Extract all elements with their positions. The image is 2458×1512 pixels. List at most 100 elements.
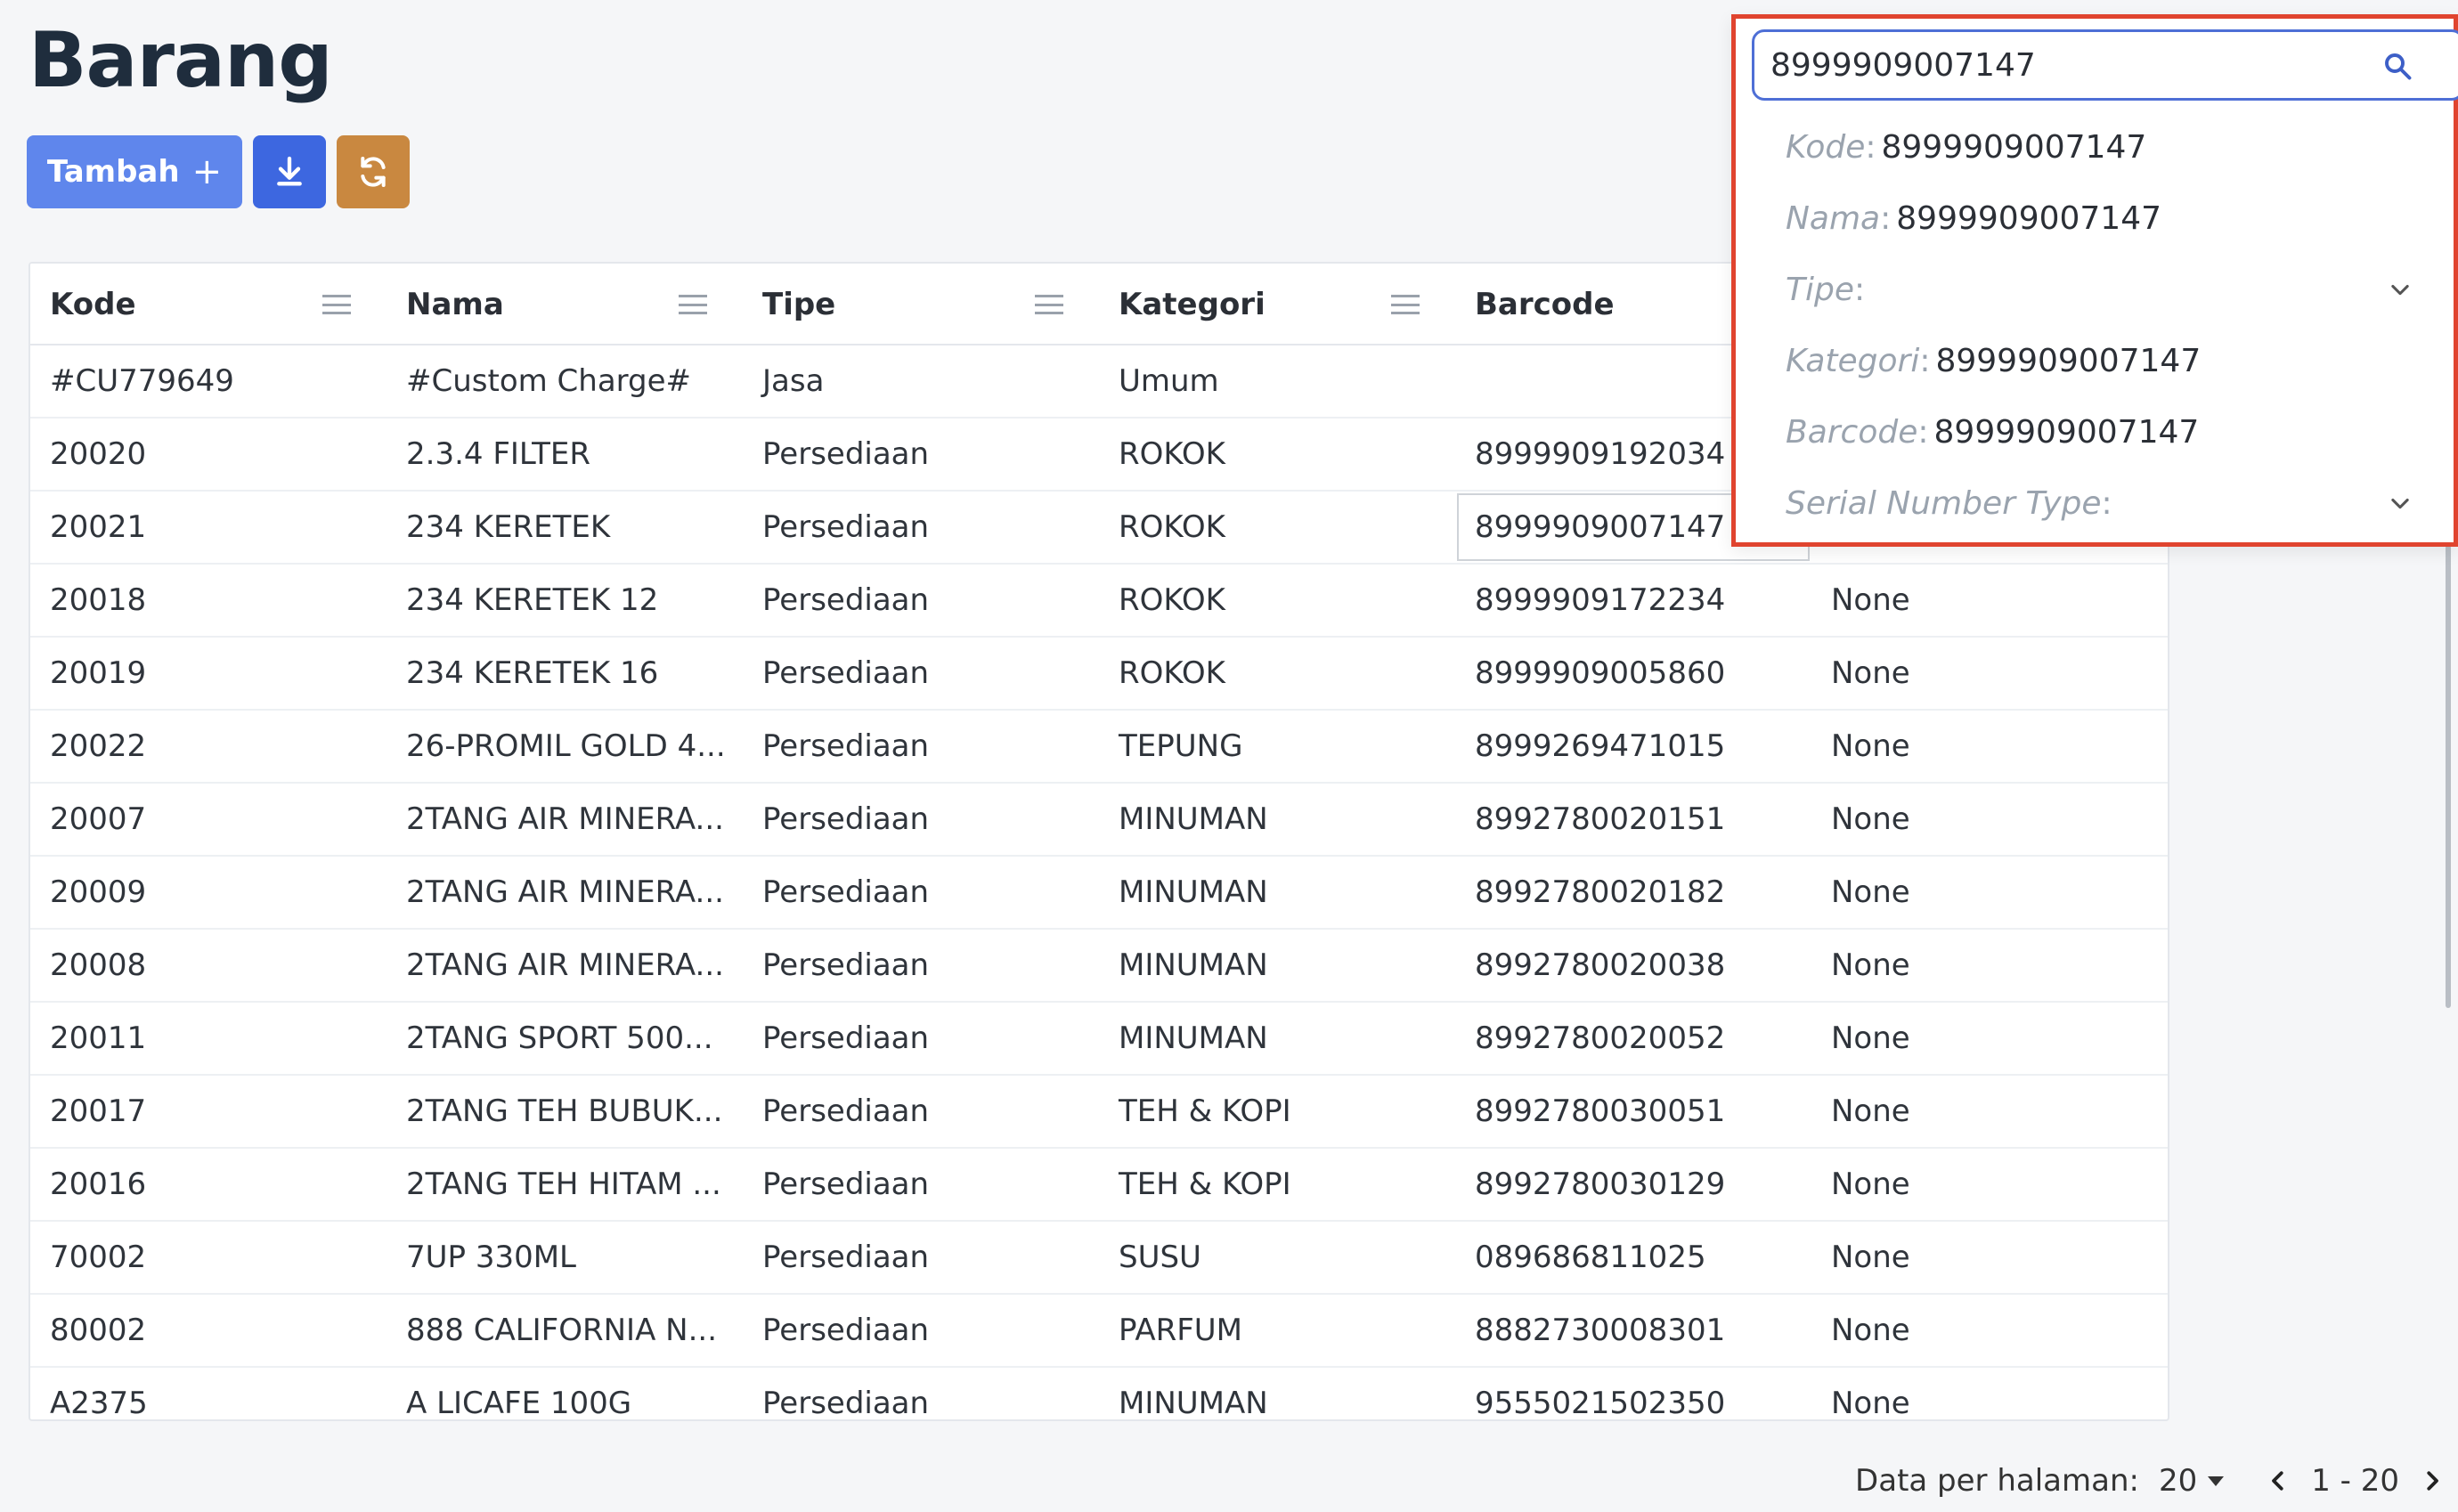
column-menu-icon[interactable] xyxy=(1035,295,1063,314)
column-header-kategori[interactable]: Kategori xyxy=(1099,264,1455,345)
table-cell[interactable]: 70002 xyxy=(30,1222,387,1293)
table-cell[interactable]: MINUMAN xyxy=(1099,857,1455,928)
table-cell[interactable]: Persediaan xyxy=(743,1149,1099,1220)
table-cell[interactable]: ROKOK xyxy=(1099,492,1455,563)
table-cell[interactable]: 20021 xyxy=(30,492,387,563)
search-option-kode[interactable]: Kode:8999909007147 xyxy=(1757,111,2452,183)
table-row[interactable]: 20019 234 KERETEK 16 Persediaan ROKOK 899990… xyxy=(30,638,2168,711)
table-cell[interactable]: 20008 xyxy=(30,930,387,1001)
table-cell[interactable]: 20022 xyxy=(30,711,387,782)
table-cell[interactable]: 20019 xyxy=(30,638,387,709)
table-cell[interactable]: 80002 xyxy=(30,1295,387,1366)
table-cell[interactable]: 8882730008301 xyxy=(1455,1295,1811,1366)
table-cell[interactable]: 2TANG AIR MINERA... xyxy=(387,930,743,1001)
table-cell[interactable]: None xyxy=(1811,1222,2168,1293)
table-cell[interactable]: Persediaan xyxy=(743,492,1099,563)
table-cell[interactable]: Persediaan xyxy=(743,711,1099,782)
table-row[interactable]: 80002 888 CALIFORNIA N... Persediaan PARFUM… xyxy=(30,1295,2168,1368)
table-cell[interactable]: 20017 xyxy=(30,1076,387,1147)
column-header-nama[interactable]: Nama xyxy=(387,264,743,345)
table-cell[interactable]: Persediaan xyxy=(743,1368,1099,1419)
table-cell[interactable]: 2TANG SPORT 500... xyxy=(387,1003,743,1074)
table-row[interactable]: 70002 7UP 330ML Persediaan SUSU 089686811025… xyxy=(30,1222,2168,1295)
table-cell[interactable]: #CU779649 xyxy=(30,345,387,417)
table-cell[interactable]: Umum xyxy=(1099,345,1455,417)
table-row[interactable]: 20007 2TANG AIR MINERA... Persediaan MINUMA… xyxy=(30,784,2168,857)
table-cell[interactable]: TEH & KOPI xyxy=(1099,1149,1455,1220)
table-cell[interactable]: None xyxy=(1811,638,2168,709)
table-cell[interactable]: 20018 xyxy=(30,565,387,636)
table-cell[interactable]: None xyxy=(1811,784,2168,855)
table-cell[interactable]: None xyxy=(1811,1149,2168,1220)
table-cell[interactable]: None xyxy=(1811,711,2168,782)
table-cell[interactable]: 8999269471015 xyxy=(1455,711,1811,782)
chevron-left-icon[interactable] xyxy=(2265,1467,2291,1494)
table-cell[interactable]: 888 CALIFORNIA N... xyxy=(387,1295,743,1366)
table-cell[interactable]: 20016 xyxy=(30,1149,387,1220)
column-menu-icon[interactable] xyxy=(1391,295,1420,314)
table-cell[interactable]: None xyxy=(1811,565,2168,636)
column-menu-icon[interactable] xyxy=(322,295,351,314)
table-cell[interactable]: Persediaan xyxy=(743,1003,1099,1074)
table-cell[interactable]: 8999909005860 xyxy=(1455,638,1811,709)
table-cell[interactable]: ROKOK xyxy=(1099,419,1455,490)
per-page-select[interactable]: 20 xyxy=(2159,1463,2225,1499)
table-cell[interactable]: Persediaan xyxy=(743,638,1099,709)
table-cell[interactable]: Persediaan xyxy=(743,930,1099,1001)
table-cell[interactable]: 7UP 330ML xyxy=(387,1222,743,1293)
table-cell[interactable]: 2TANG TEH BUBUK... xyxy=(387,1076,743,1147)
table-cell[interactable]: TEPUNG xyxy=(1099,711,1455,782)
table-cell[interactable]: MINUMAN xyxy=(1099,1003,1455,1074)
search-option-barcode[interactable]: Barcode:8999909007147 xyxy=(1757,396,2452,467)
table-cell[interactable]: 20007 xyxy=(30,784,387,855)
table-cell[interactable]: A2375 xyxy=(30,1368,387,1419)
table-row[interactable]: 20022 26-PROMIL GOLD 4... Persediaan TEPUNG… xyxy=(30,711,2168,784)
table-cell[interactable]: 9555021502350 xyxy=(1455,1368,1811,1419)
table-cell[interactable]: 8992780020151 xyxy=(1455,784,1811,855)
table-cell[interactable]: ROKOK xyxy=(1099,565,1455,636)
table-cell[interactable]: Persediaan xyxy=(743,857,1099,928)
sync-button[interactable] xyxy=(337,135,410,208)
table-row[interactable]: 20018 234 KERETEK 12 Persediaan ROKOK 899990… xyxy=(30,565,2168,638)
table-cell[interactable]: Persediaan xyxy=(743,784,1099,855)
table-cell[interactable]: None xyxy=(1811,1076,2168,1147)
table-cell[interactable]: None xyxy=(1811,1003,2168,1074)
chevron-down-icon[interactable] xyxy=(2388,277,2413,302)
chevron-right-icon[interactable] xyxy=(2419,1467,2446,1494)
search-option-tipe[interactable]: Tipe: xyxy=(1757,254,2452,325)
table-cell[interactable]: PARFUM xyxy=(1099,1295,1455,1366)
table-cell[interactable]: 2TANG AIR MINERA... xyxy=(387,857,743,928)
table-cell[interactable]: None xyxy=(1811,1368,2168,1419)
table-cell[interactable]: None xyxy=(1811,930,2168,1001)
search-input[interactable]: 8999909007147 xyxy=(1752,29,2458,101)
table-cell[interactable]: 8992780020052 xyxy=(1455,1003,1811,1074)
table-cell[interactable]: 20011 xyxy=(30,1003,387,1074)
table-cell[interactable]: 8999909172234 xyxy=(1455,565,1811,636)
table-cell[interactable]: 2.3.4 FILTER xyxy=(387,419,743,490)
table-cell[interactable]: 8992780020182 xyxy=(1455,857,1811,928)
table-cell[interactable]: 20020 xyxy=(30,419,387,490)
table-cell[interactable]: 8992780030129 xyxy=(1455,1149,1811,1220)
table-cell[interactable]: MINUMAN xyxy=(1099,1368,1455,1419)
table-row[interactable]: 20017 2TANG TEH BUBUK... Persediaan TEH & K… xyxy=(30,1076,2168,1149)
table-cell[interactable]: 089686811025 xyxy=(1455,1222,1811,1293)
table-cell[interactable]: Persediaan xyxy=(743,419,1099,490)
search-option-nama[interactable]: Nama:8999909007147 xyxy=(1757,183,2452,254)
table-cell[interactable]: 234 KERETEK 12 xyxy=(387,565,743,636)
column-header-kode[interactable]: Kode xyxy=(30,264,387,345)
column-header-tipe[interactable]: Tipe xyxy=(743,264,1099,345)
table-row[interactable]: 20008 2TANG AIR MINERA... Persediaan MINUMA… xyxy=(30,930,2168,1003)
table-cell[interactable]: Persediaan xyxy=(743,1076,1099,1147)
table-cell[interactable]: Jasa xyxy=(743,345,1099,417)
table-cell[interactable]: 26-PROMIL GOLD 4... xyxy=(387,711,743,782)
table-cell[interactable]: MINUMAN xyxy=(1099,784,1455,855)
table-row[interactable]: 20011 2TANG SPORT 500... Persediaan MINUMAN… xyxy=(30,1003,2168,1076)
table-cell[interactable]: 20009 xyxy=(30,857,387,928)
search-icon[interactable] xyxy=(2381,50,2413,82)
table-cell[interactable]: 2TANG AIR MINERA... xyxy=(387,784,743,855)
table-cell[interactable]: SUSU xyxy=(1099,1222,1455,1293)
table-cell[interactable]: None xyxy=(1811,1295,2168,1366)
table-cell[interactable]: 234 KERETEK xyxy=(387,492,743,563)
table-row[interactable]: 20016 2TANG TEH HITAM ... Persediaan TEH & … xyxy=(30,1149,2168,1222)
table-cell[interactable]: #Custom Charge# xyxy=(387,345,743,417)
